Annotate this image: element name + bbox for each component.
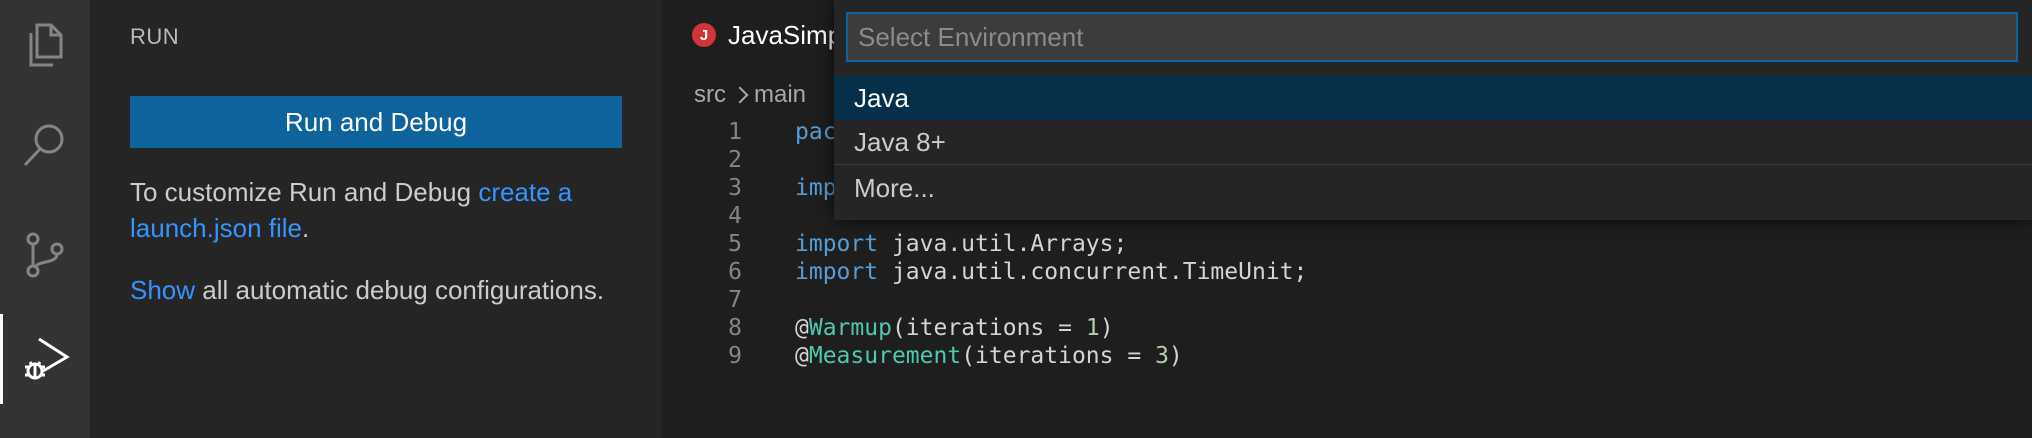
run-sidebar: RUN Run and Debug To customize Run and D…: [90, 0, 662, 438]
run-and-debug-button[interactable]: Run and Debug: [130, 96, 622, 148]
annotation-name: Measurement: [808, 343, 962, 369]
customize-prefix: To customize Run and Debug: [130, 177, 479, 207]
annotation-close: ): [1168, 343, 1183, 369]
breadcrumb: src main: [694, 78, 806, 112]
source-control-icon: [26, 232, 64, 278]
explorer-button[interactable]: [0, 0, 90, 90]
files-icon: [29, 23, 63, 67]
annotation-at: @: [795, 343, 809, 369]
breadcrumb-item-src[interactable]: src: [694, 81, 726, 109]
code-line: 9 @Measurement(iterations = 3): [662, 338, 2032, 374]
show-suffix: all automatic debug configurations.: [195, 275, 605, 305]
code-text: @Measurement(iterations = 3): [795, 343, 1183, 369]
quick-pick-item-java[interactable]: Java: [834, 76, 2032, 120]
activity-bar: [0, 0, 90, 438]
run-debug-icon: [24, 337, 70, 380]
select-environment-quick-pick: Java Java 8+ More...: [834, 0, 2032, 220]
annotation-args: (iterations =: [961, 343, 1156, 369]
show-configurations-text: Show all automatic debug configurations.: [130, 272, 630, 308]
chevron-right-icon: [731, 86, 749, 104]
search-button[interactable]: [0, 100, 90, 190]
environment-search-input[interactable]: [846, 12, 2018, 62]
number-literal: 3: [1155, 343, 1169, 369]
customize-suffix: .: [302, 213, 310, 243]
quick-pick-item-java-8[interactable]: Java 8+: [834, 120, 2032, 164]
customize-help-text: To customize Run and Debug create a laun…: [130, 174, 630, 246]
breadcrumb-item-main[interactable]: main: [754, 81, 806, 109]
quick-pick-divider: [834, 164, 2032, 165]
java-file-icon: J: [692, 23, 716, 47]
show-link[interactable]: Show: [130, 275, 195, 305]
line-number: 9: [728, 343, 742, 369]
search-icon: [23, 124, 64, 167]
source-control-button[interactable]: [0, 210, 90, 300]
sidebar-title: RUN: [130, 24, 180, 49]
editor-tab[interactable]: J JavaSimpleBenchmark.java: [662, 0, 862, 70]
quick-pick-item-more[interactable]: More...: [834, 166, 2032, 210]
run-debug-button[interactable]: [0, 314, 90, 404]
